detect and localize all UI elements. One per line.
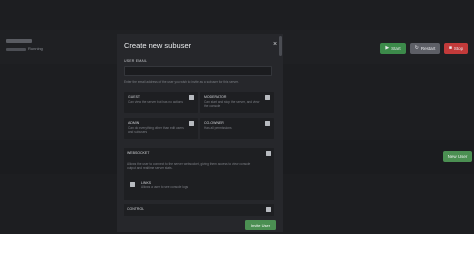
role-checkbox[interactable]: [265, 121, 270, 126]
start-label: Start: [391, 46, 401, 51]
email-field[interactable]: [124, 66, 272, 76]
role-checkbox[interactable]: [189, 95, 194, 100]
create-subuser-modal: Create new subuser × USER EMAIL Enter th…: [117, 34, 283, 232]
section-title: CONTROL: [127, 207, 145, 211]
permission-checkbox[interactable]: [130, 182, 135, 187]
role-title: MODERATOR: [204, 95, 227, 99]
role-checkbox[interactable]: [189, 121, 194, 126]
role-description: Can view the server but has no actions: [128, 100, 183, 104]
role-moderator[interactable]: MODERATOR Can start and stop the server,…: [200, 92, 274, 113]
role-title: GUEST: [128, 95, 141, 99]
role-admin[interactable]: ADMIN Can do everything other than edit …: [124, 118, 198, 139]
websocket-section: WEBSOCKET Allows the user to connect to …: [124, 148, 274, 200]
play-icon: ▶: [385, 45, 390, 51]
role-checkbox[interactable]: [265, 95, 270, 100]
section-title: WEBSOCKET: [127, 151, 150, 155]
server-status-row: Running: [6, 47, 46, 51]
stop-button[interactable]: ■ Stop: [444, 43, 468, 54]
modal-scrollbar[interactable]: [279, 36, 282, 56]
role-description: Has all permissions: [204, 126, 232, 130]
email-label: USER EMAIL: [124, 59, 148, 63]
invite-user-button[interactable]: Invite User: [245, 220, 276, 230]
role-title: CO-OWNER: [204, 121, 224, 125]
role-description: Can start and stop the server, and view …: [204, 100, 260, 108]
start-button[interactable]: ▶ Start: [380, 43, 406, 54]
restart-label: Restart: [420, 46, 436, 51]
control-section: CONTROL: [124, 204, 274, 216]
stop-icon: ■: [448, 45, 452, 51]
permission-description: Allows a user to see console logs: [141, 185, 189, 189]
section-checkbox[interactable]: [266, 207, 271, 212]
server-status: Running: [28, 46, 43, 51]
new-user-button[interactable]: New User: [443, 151, 472, 162]
role-description: Can do everything other than edit users …: [128, 126, 184, 134]
modal-title: Create new subuser: [124, 41, 192, 50]
permission-links[interactable]: LINKS Allows a user to see console logs: [127, 178, 270, 192]
server-panel: Running ▶ Start ↻ Restart ■ Stop New Use…: [0, 0, 474, 234]
email-hint: Enter the email address of the user you …: [124, 80, 239, 84]
role-guest[interactable]: GUEST Can view the server but has no act…: [124, 92, 198, 113]
role-title: ADMIN: [128, 121, 140, 125]
restart-button[interactable]: ↻ Restart: [410, 43, 440, 54]
server-name-redacted: [6, 39, 32, 43]
stop-label: Stop: [453, 46, 464, 51]
server-address-redacted: [6, 47, 26, 51]
refresh-icon: ↻: [414, 45, 419, 51]
role-co-owner[interactable]: CO-OWNER Has all permissions: [200, 118, 274, 139]
close-icon[interactable]: ×: [273, 41, 277, 48]
section-description: Allows the user to connect to the server…: [127, 162, 251, 170]
section-checkbox[interactable]: [266, 151, 271, 156]
